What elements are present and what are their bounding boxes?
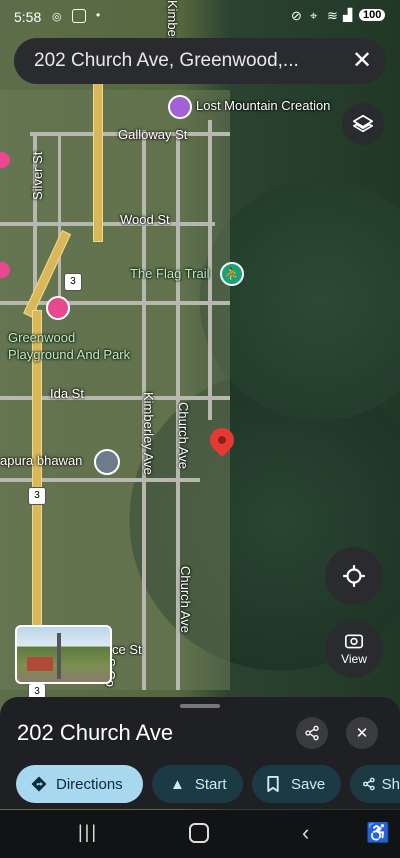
map-label-wood-st: Wood St: [120, 212, 170, 227]
camera-icon: [345, 634, 363, 649]
system-nav-bar: ||| ‹ ♿: [0, 810, 400, 858]
back-icon[interactable]: ‹: [302, 820, 309, 846]
directions-button[interactable]: Directions: [16, 765, 143, 803]
share-chip-button[interactable]: Sh: [350, 765, 400, 803]
home-icon[interactable]: [189, 823, 209, 843]
accessibility-icon[interactable]: ♿: [366, 821, 390, 845]
map-label-church-ave: Church Ave: [176, 402, 191, 469]
mute-icon: ⊘: [291, 8, 302, 23]
place-title: 202 Church Ave: [17, 720, 174, 745]
crosshair-icon: [343, 565, 365, 587]
start-button[interactable]: ▲ Start: [152, 765, 243, 803]
map-label-kimberley-ave: Kimberley Ave: [141, 392, 156, 475]
map-label-playground[interactable]: Playground And Park: [8, 347, 130, 362]
my-location-button[interactable]: [325, 547, 383, 605]
view-label: View: [341, 652, 367, 666]
map-label-bhawan[interactable]: apura bhawan: [0, 453, 82, 468]
directions-icon: [31, 776, 47, 792]
close-place-button[interactable]: ✕: [346, 717, 378, 749]
battery-indicator: 100: [359, 9, 386, 21]
close-icon: ✕: [355, 725, 369, 742]
share-icon: [362, 777, 375, 791]
map-label-greenwood[interactable]: Greenwood: [8, 330, 75, 345]
map-label-galloway-st: Galloway St: [118, 127, 188, 142]
pin-dot: [218, 436, 226, 444]
map-label-lost-mountain[interactable]: Lost Mountain Creation: [196, 98, 330, 113]
app-notification-icon: [72, 9, 86, 23]
save-label: Save: [291, 775, 326, 793]
roof-shape: [27, 657, 53, 671]
share-button[interactable]: [296, 717, 328, 749]
layers-button[interactable]: [342, 103, 384, 145]
map-label-church-ave-2: Church Ave: [178, 566, 193, 633]
map-label-flag-trail[interactable]: The Flag Trail: [130, 266, 209, 281]
location-icon: ⌖: [310, 8, 318, 23]
highway-shield: 3: [28, 487, 46, 505]
map-label-ida-st: Ida St: [50, 386, 84, 401]
map-label-ce-st: ce St: [112, 642, 142, 657]
pole-shape: [57, 633, 61, 679]
share-icon: [305, 725, 319, 741]
wifi-icon: ≋: [327, 8, 338, 23]
search-query[interactable]: 202 Church Ave, Greenwood,...: [34, 50, 299, 72]
poi-lodging-icon[interactable]: [46, 296, 70, 320]
street-view-thumbnail[interactable]: [15, 625, 112, 684]
notification-icon: ◎: [52, 11, 62, 23]
view-button[interactable]: View: [325, 620, 383, 678]
start-label: Start: [194, 775, 227, 793]
drag-handle[interactable]: [180, 704, 220, 708]
highway-shield: 3: [64, 273, 82, 291]
close-icon[interactable]: ✕: [352, 46, 372, 75]
status-time: 5:58: [14, 9, 42, 25]
place-marker-icon[interactable]: [94, 449, 120, 475]
dot-icon: •: [96, 8, 101, 22]
status-bar: 5:58 ◎ • ⊘ ⌖ ≋ ▟ 100: [0, 0, 400, 34]
save-button[interactable]: Save: [252, 765, 341, 803]
share-label: Sh: [381, 775, 400, 793]
hiking-icon[interactable]: ⛹: [220, 262, 244, 286]
bookmark-icon: [267, 775, 279, 792]
signal-icon: ▟: [343, 8, 353, 22]
search-bar[interactable]: 202 Church Ave, Greenwood,... ✕: [14, 38, 386, 84]
poi-store-icon[interactable]: [168, 95, 192, 119]
recents-icon[interactable]: |||: [78, 822, 98, 843]
directions-label: Directions: [56, 775, 123, 793]
layers-icon: [353, 114, 373, 133]
map-label-silver-st: Silver St: [30, 151, 45, 200]
navigation-arrow-icon: ▲: [170, 775, 185, 793]
